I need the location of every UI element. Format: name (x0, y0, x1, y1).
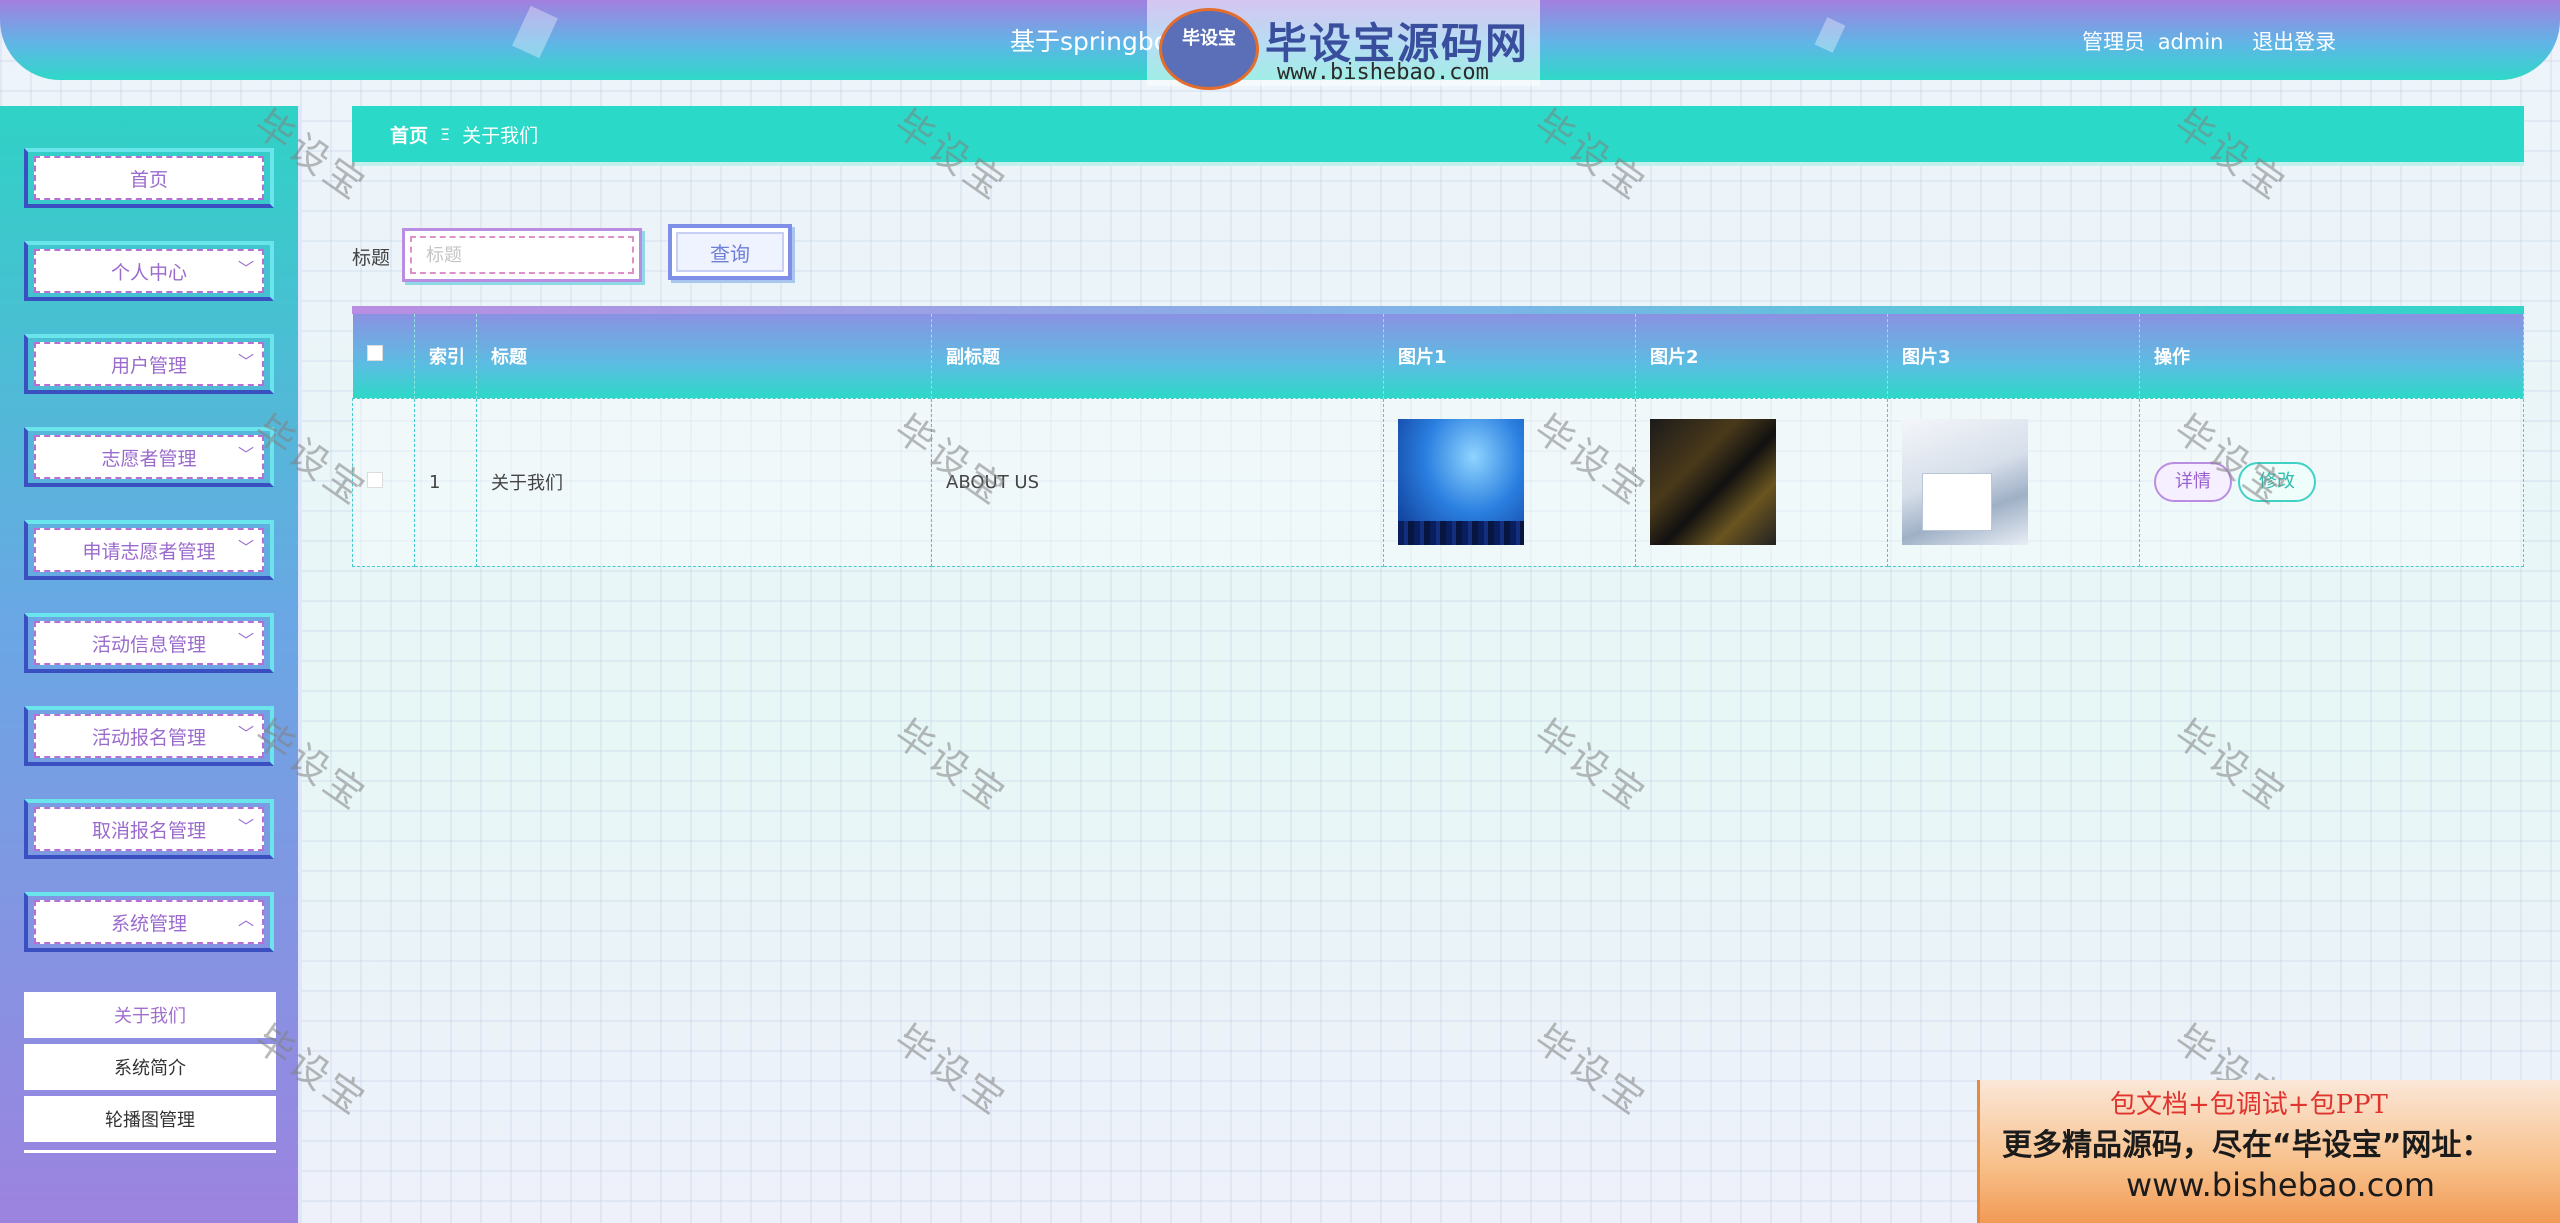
submenu-carousel-management[interactable]: 轮播图管理 (24, 1096, 276, 1142)
sidebar-item-activity-signup[interactable]: 活动报名管理 ﹀ (24, 706, 274, 766)
chevron-down-icon: ﹀ (237, 445, 254, 464)
table-header-row: 索引 标题 副标题 图片1 图片2 图片3 操作 (352, 314, 2524, 398)
row-image3-cell (1887, 397, 2140, 567)
select-all-header[interactable] (352, 314, 415, 398)
breadcrumb: 首页 Ξ 关于我们 (352, 106, 2524, 162)
user-info: 管理员 admin 退出登录 (2082, 26, 2342, 56)
chevron-down-icon: ﹀ (237, 352, 254, 371)
sidebar-item-personal-center[interactable]: 个人中心 ﹀ (24, 241, 274, 301)
table-row: 1 关于我们 ABOUT US 详情 修改 (352, 397, 2524, 567)
sidebar-item-volunteer-application[interactable]: 申请志愿者管理 ﹀ (24, 520, 274, 580)
logout-button[interactable]: 退出登录 (2252, 30, 2336, 54)
sidebar-item-system-management[interactable]: 系统管理 ︿ (24, 892, 274, 952)
user-role: 管理员 (2082, 30, 2145, 54)
sidebar-item-label[interactable]: 用户管理 (34, 342, 264, 386)
image1-thumbnail (1398, 419, 1524, 545)
promo-url: www.bishebao.com (2126, 1166, 2436, 1204)
chevron-down-icon: ﹀ (237, 631, 254, 650)
search-label: 标题 (352, 247, 391, 269)
sidebar-item-label[interactable]: 活动报名管理 (34, 714, 264, 758)
column-header-actions: 操作 (2139, 314, 2524, 398)
column-header-subtitle: 副标题 (931, 314, 1384, 398)
select-all-checkbox[interactable] (366, 345, 383, 362)
site-logo: 毕设宝 毕设宝源码网 www.bishebao.com (1147, 0, 1540, 90)
column-header-index: 索引 (414, 314, 477, 398)
logo-url: www.bishebao.com (1277, 60, 1489, 85)
sidebar-item-label[interactable]: 系统管理 (34, 900, 264, 944)
decoration-shape (512, 5, 558, 59)
search-input[interactable] (410, 236, 634, 274)
logo-badge: 毕设宝 (1159, 8, 1259, 90)
data-table: 索引 标题 副标题 图片1 图片2 图片3 操作 1 关于我们 ABOUT US (352, 306, 2524, 567)
decoration-shape (1814, 17, 1846, 53)
chevron-down-icon: ﹀ (237, 724, 254, 743)
search-button-label: 查询 (676, 232, 784, 272)
sidebar-item-home[interactable]: 首页 (24, 148, 274, 208)
search-button[interactable]: 查询 (668, 224, 792, 280)
grid-background (0, 0, 2560, 1223)
submenu-about-us[interactable]: 关于我们 (24, 992, 276, 1038)
breadcrumb-separator: Ξ (440, 124, 451, 144)
promo-line-1: 包文档+包调试+包PPT (2110, 1090, 2388, 1120)
column-header-image1: 图片1 (1383, 314, 1636, 398)
row-image1-cell (1383, 397, 1636, 567)
sidebar: 首页 个人中心 ﹀ 用户管理 ﹀ 志愿者管理 ﹀ 申请志愿者管理 ﹀ 活动信息管… (0, 106, 302, 1223)
sidebar-item-label[interactable]: 申请志愿者管理 (34, 528, 264, 572)
row-title: 关于我们 (476, 397, 932, 567)
table-topline (352, 306, 2524, 314)
column-header-image2: 图片2 (1635, 314, 1888, 398)
column-header-image3: 图片3 (1887, 314, 2140, 398)
sidebar-item-label[interactable]: 活动信息管理 (34, 621, 264, 665)
row-image2-cell (1635, 397, 1888, 567)
city-skyline (1398, 521, 1524, 545)
image3-thumbnail (1902, 419, 2028, 545)
column-header-title: 标题 (476, 314, 932, 398)
chevron-down-icon: ﹀ (237, 538, 254, 557)
document-shape (1922, 473, 1992, 531)
sidebar-item-label[interactable]: 个人中心 (34, 249, 264, 293)
sidebar-item-label[interactable]: 首页 (34, 156, 264, 200)
sidebar-item-label[interactable]: 取消报名管理 (34, 807, 264, 851)
sidebar-item-user-management[interactable]: 用户管理 ﹀ (24, 334, 274, 394)
breadcrumb-current: 关于我们 (462, 124, 539, 147)
sidebar-item-volunteer-management[interactable]: 志愿者管理 ﹀ (24, 427, 274, 487)
chevron-down-icon: ﹀ (237, 259, 254, 278)
edit-button[interactable]: 修改 (2238, 462, 2316, 502)
row-select-cell[interactable] (352, 397, 415, 567)
promo-line-2: 更多精品源码，尽在“毕设宝”网址： (2002, 1128, 2492, 1163)
detail-button[interactable]: 详情 (2154, 462, 2232, 502)
row-checkbox[interactable] (367, 471, 383, 488)
search-input-wrapper (402, 228, 642, 282)
chevron-down-icon: ﹀ (237, 817, 254, 836)
image2-thumbnail (1650, 419, 1776, 545)
sidebar-item-label[interactable]: 志愿者管理 (34, 435, 264, 479)
row-actions: 详情 修改 (2139, 397, 2524, 567)
user-name: admin (2157, 30, 2224, 54)
submenu-system-intro[interactable]: 系统简介 (24, 1044, 276, 1090)
sidebar-item-activity-info[interactable]: 活动信息管理 ﹀ (24, 613, 274, 673)
row-index: 1 (414, 397, 477, 567)
sidebar-divider (24, 1150, 276, 1153)
chevron-up-icon: ︿ (237, 910, 254, 929)
sidebar-item-cancel-signup[interactable]: 取消报名管理 ﹀ (24, 799, 274, 859)
row-subtitle: ABOUT US (931, 397, 1384, 567)
promo-banner: 包文档+包调试+包PPT 更多精品源码，尽在“毕设宝”网址： www.bishe… (1977, 1080, 2560, 1223)
breadcrumb-home[interactable]: 首页 (390, 121, 428, 148)
sidebar-edge (298, 106, 302, 1223)
